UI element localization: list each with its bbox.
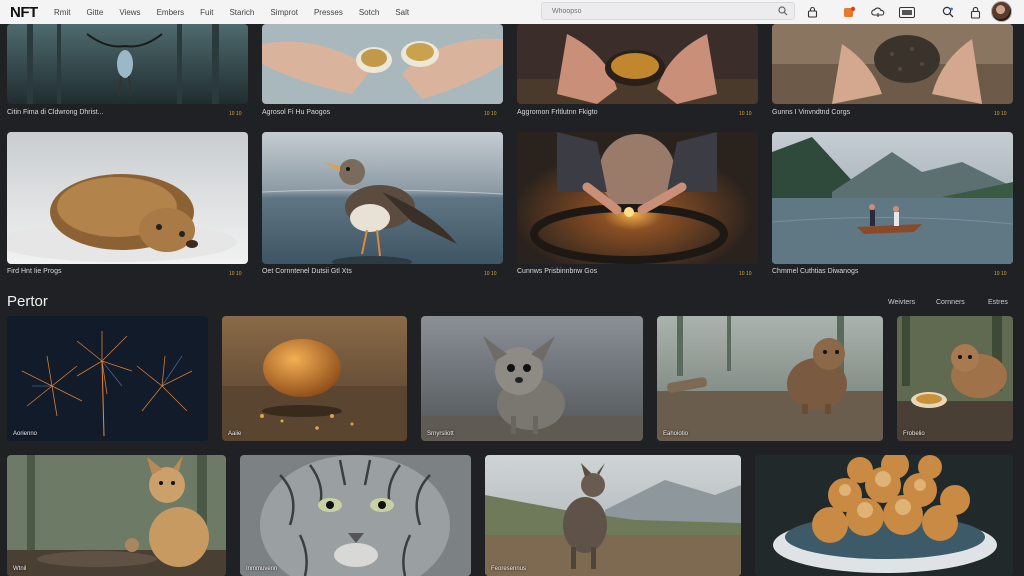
nav-item-5[interactable]: Fuit bbox=[200, 8, 213, 17]
card-label: Srnyrsliott bbox=[427, 431, 454, 437]
card-image bbox=[517, 132, 758, 264]
card-label: Wtnil bbox=[13, 566, 27, 572]
nft-card[interactable] bbox=[517, 132, 758, 264]
nav-item-2[interactable]: Gitte bbox=[86, 8, 103, 17]
card-value: 10 10 bbox=[994, 271, 1007, 277]
nft-card[interactable]: Feoresennus bbox=[485, 455, 741, 576]
card-caption: Oet Cornntenel Dutsii Gtl Xts bbox=[262, 268, 352, 275]
section-title: Pertor bbox=[7, 293, 48, 310]
nft-badge-icon[interactable] bbox=[899, 4, 915, 20]
nft-card[interactable] bbox=[517, 24, 758, 104]
nav-item-1[interactable]: Rmit bbox=[54, 8, 70, 17]
top-navigation-bar: NFT Rmit Gitte Views Embers Fuit Starich… bbox=[0, 0, 1024, 24]
card-image bbox=[421, 316, 643, 441]
card-value: 10 10 bbox=[994, 111, 1007, 117]
nft-card[interactable] bbox=[772, 24, 1013, 104]
card-caption: Citin Fima di Cldwrong Dhrist... bbox=[7, 109, 104, 116]
card-image bbox=[657, 316, 883, 441]
notification-icon[interactable] bbox=[841, 4, 857, 20]
nav-item-6[interactable]: Starich bbox=[229, 8, 254, 17]
section-link-3[interactable]: Estres bbox=[988, 299, 1008, 306]
nft-card[interactable] bbox=[262, 132, 503, 264]
nav-item-8[interactable]: Presses bbox=[314, 8, 343, 17]
nav-item-7[interactable]: Simprot bbox=[270, 8, 298, 17]
card-value: 10 10 bbox=[484, 111, 497, 117]
search-box bbox=[541, 2, 795, 20]
card-label: Feoresennus bbox=[491, 566, 527, 572]
card-value: 10 10 bbox=[484, 271, 497, 277]
main-nav: Rmit Gitte Views Embers Fuit Starich Sim… bbox=[54, 0, 425, 24]
card-caption: Agrosol Fi Hu Paogos bbox=[262, 109, 331, 116]
nft-card[interactable]: Inmmuvenn bbox=[240, 455, 471, 576]
card-image bbox=[7, 316, 208, 441]
nft-card[interactable]: Frobelio bbox=[897, 316, 1013, 441]
card-image bbox=[240, 455, 471, 576]
card-image bbox=[517, 24, 758, 104]
card-label: Aaiie bbox=[228, 431, 242, 437]
card-image bbox=[222, 316, 407, 441]
card-label: Frobelio bbox=[903, 431, 925, 437]
card-label: Inmmuvenn bbox=[246, 566, 278, 572]
card-image bbox=[7, 455, 226, 576]
card-value: 10 10 bbox=[739, 111, 752, 117]
section-link-1[interactable]: Weivters bbox=[888, 299, 915, 306]
site-logo[interactable]: NFT bbox=[10, 4, 54, 21]
search-input[interactable] bbox=[552, 7, 772, 15]
nft-card[interactable] bbox=[262, 24, 503, 104]
card-label: Eahoiotio bbox=[663, 431, 689, 437]
card-caption: Gunns I Vinvndtnd Corgs bbox=[772, 109, 851, 116]
card-value: 10 10 bbox=[229, 111, 242, 117]
card-image bbox=[7, 24, 248, 104]
user-avatar[interactable] bbox=[991, 1, 1012, 22]
card-image bbox=[7, 132, 248, 264]
nft-card[interactable]: Srnyrsliott bbox=[421, 316, 643, 441]
nft-card[interactable]: Eahoiotio bbox=[657, 316, 883, 441]
nft-card[interactable]: Aaiie bbox=[222, 316, 407, 441]
lock-icon[interactable] bbox=[804, 4, 820, 20]
nav-item-9[interactable]: Sotch bbox=[359, 8, 379, 17]
nft-card[interactable] bbox=[772, 132, 1013, 264]
search-icon[interactable] bbox=[778, 6, 788, 16]
nav-item-10[interactable]: Salt bbox=[395, 8, 409, 17]
card-image bbox=[262, 24, 503, 104]
cloud-icon[interactable] bbox=[870, 4, 886, 20]
card-image bbox=[897, 316, 1013, 441]
card-value: 10 10 bbox=[229, 271, 242, 277]
nft-card[interactable]: Wtnil bbox=[7, 455, 226, 576]
card-label: Aorienno bbox=[13, 431, 38, 437]
card-image bbox=[755, 455, 1013, 576]
nav-item-3[interactable]: Views bbox=[119, 8, 140, 17]
card-image bbox=[262, 132, 503, 264]
card-image bbox=[772, 132, 1013, 264]
search-alt-icon[interactable] bbox=[940, 4, 956, 20]
nav-item-4[interactable]: Embers bbox=[157, 8, 185, 17]
card-image bbox=[485, 455, 741, 576]
card-caption: Chmmel Cuthtias Diwanogs bbox=[772, 268, 859, 275]
nft-card[interactable] bbox=[7, 24, 248, 104]
account-lock-icon[interactable] bbox=[967, 4, 983, 20]
nft-card[interactable]: Aorienno bbox=[7, 316, 208, 441]
nft-card[interactable] bbox=[7, 132, 248, 264]
card-image bbox=[772, 24, 1013, 104]
card-caption: Cunnws Prisbinnbnw Gos bbox=[517, 268, 598, 275]
section-link-2[interactable]: Cornners bbox=[936, 299, 965, 306]
card-value: 10 10 bbox=[739, 271, 752, 277]
nft-card[interactable] bbox=[755, 455, 1013, 576]
card-caption: Fird Hnt Iie Progs bbox=[7, 268, 62, 275]
card-caption: Aggromon Frltlutnn Fkigto bbox=[517, 109, 598, 116]
